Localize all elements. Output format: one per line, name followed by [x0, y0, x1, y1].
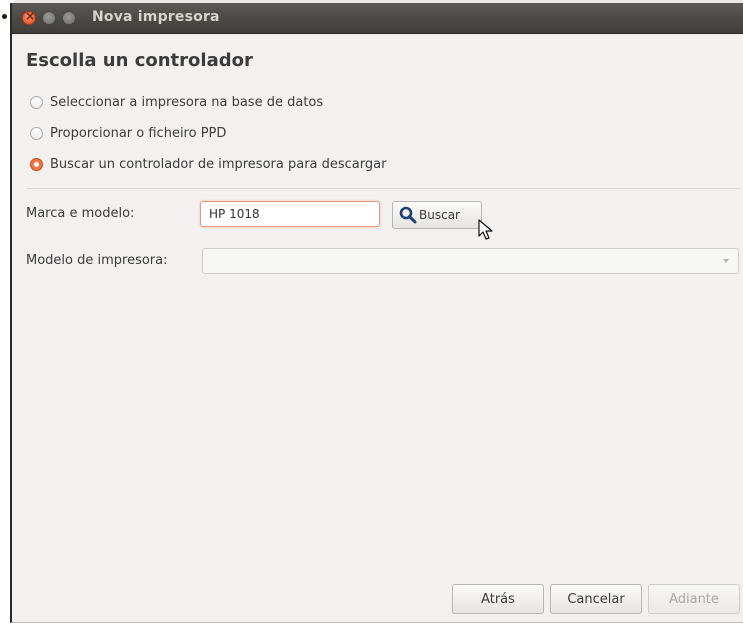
make-model-label: Marca e modelo: [26, 206, 135, 221]
new-printer-dialog: Nova impresora Escolla un controlador Se… [10, 3, 743, 623]
radio-search-driver-download[interactable] [30, 157, 43, 171]
option-label: Buscar un controlador de impresora para … [50, 156, 387, 172]
radio-provide-ppd-file[interactable] [30, 126, 43, 140]
option-select-from-database[interactable]: Seleccionar a impresora na base de datos [30, 91, 323, 113]
option-label: Seleccionar a impresora na base de datos [50, 94, 324, 110]
title-bar: Nova impresora [12, 3, 743, 34]
separator [26, 188, 740, 189]
list-bullet [2, 14, 7, 19]
forward-button[interactable]: Adiante [648, 584, 740, 614]
option-label: Proporcionar o ficheiro PPD [50, 125, 227, 141]
make-model-input[interactable] [200, 201, 380, 227]
printer-model-label: Modelo de impresora: [26, 253, 168, 268]
close-icon[interactable] [22, 9, 36, 25]
window-title: Nova impresora [92, 9, 220, 25]
radio-select-from-database[interactable] [30, 95, 43, 109]
search-icon [399, 206, 417, 224]
maximize-icon[interactable] [62, 11, 76, 25]
cancel-button[interactable]: Cancelar [550, 584, 642, 614]
printer-model-combobox[interactable] [202, 248, 739, 274]
option-search-driver-download[interactable]: Buscar un controlador de impresora para … [30, 153, 386, 175]
search-button-label: Buscar [419, 208, 460, 222]
back-button[interactable]: Atrás [452, 584, 544, 614]
page-heading: Escolla un controlador [26, 50, 253, 71]
chevron-down-icon [723, 259, 729, 263]
mouse-pointer-icon [478, 219, 493, 240]
option-provide-ppd-file[interactable]: Proporcionar o ficheiro PPD [30, 122, 226, 144]
search-button[interactable]: Buscar [392, 201, 482, 229]
minimize-icon[interactable] [42, 11, 56, 25]
